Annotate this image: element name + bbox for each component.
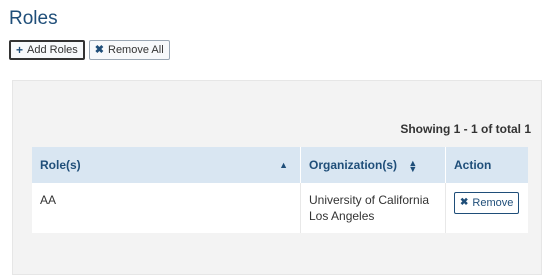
- toolbar: + Add Roles ✖ Remove All: [9, 40, 170, 60]
- page-title: Roles: [9, 8, 58, 29]
- remove-role-label: Remove: [472, 197, 514, 209]
- column-header-roles-label: Role(s): [40, 158, 81, 172]
- pagination-summary: Showing 1 - 1 of total 1: [400, 122, 531, 136]
- close-icon: ✖: [94, 43, 104, 56]
- table-row: AA University of California Los Angeles …: [32, 183, 528, 233]
- add-roles-label: Add Roles: [27, 44, 78, 56]
- remove-role-button[interactable]: ✖ Remove: [454, 192, 520, 214]
- column-header-organizations-label: Organization(s): [309, 158, 398, 172]
- sort-up-icon[interactable]: ▲: [279, 160, 288, 170]
- roles-table: Role(s) ▲ Organization(s) ▲ ▼ Action AA U…: [32, 147, 528, 233]
- table-header-row: Role(s) ▲ Organization(s) ▲ ▼ Action: [32, 147, 528, 183]
- column-header-action-label: Action: [454, 158, 492, 172]
- column-header-organizations[interactable]: Organization(s) ▲ ▼: [300, 147, 446, 183]
- add-roles-button[interactable]: + Add Roles: [9, 40, 85, 60]
- roles-panel: Showing 1 - 1 of total 1 Role(s) ▲ Organ…: [12, 80, 542, 275]
- column-header-roles[interactable]: Role(s) ▲: [32, 147, 301, 183]
- role-cell: AA: [32, 183, 301, 233]
- close-icon: ✖: [460, 197, 469, 208]
- plus-icon: +: [16, 43, 24, 57]
- sort-both-icon[interactable]: ▲ ▼: [408, 158, 417, 173]
- organization-cell: University of California Los Angeles: [300, 183, 446, 233]
- remove-all-button[interactable]: ✖ Remove All: [88, 40, 170, 60]
- column-header-action: Action: [445, 147, 528, 183]
- action-cell: ✖ Remove: [446, 183, 529, 233]
- remove-all-label: Remove All: [108, 44, 164, 56]
